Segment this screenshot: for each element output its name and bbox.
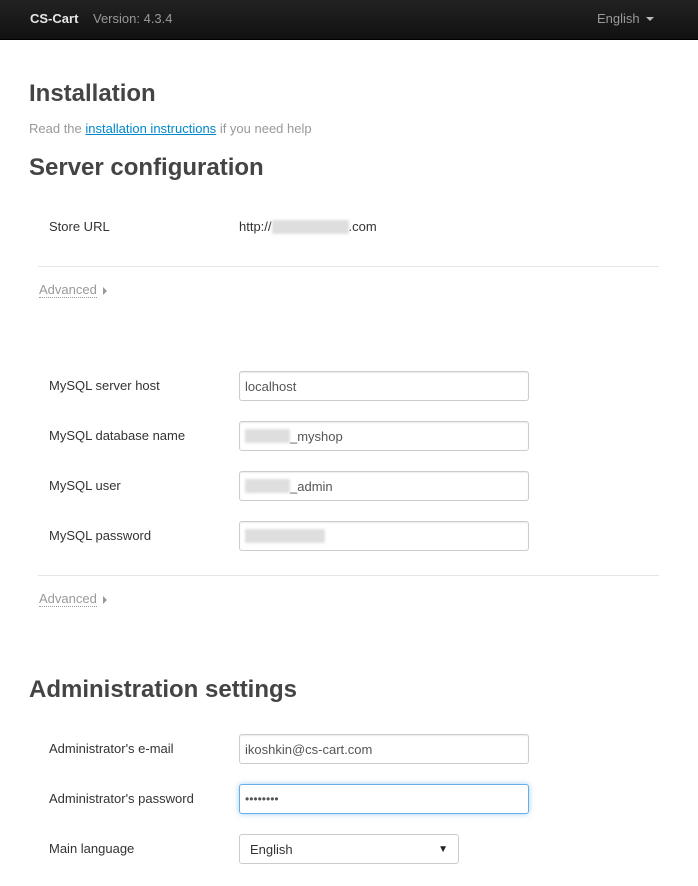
mysql-password-input[interactable] — [239, 521, 529, 551]
redacted-password — [245, 529, 325, 543]
top-navbar: CS-Cart Version: 4.3.4 English — [0, 0, 698, 40]
redacted-prefix — [245, 429, 290, 443]
admin-email-input[interactable]: ikoshkin@cs-cart.com — [239, 734, 529, 764]
admin-password-label: Administrator's password — [49, 791, 194, 806]
mysql-database-input[interactable]: _myshop — [239, 421, 529, 451]
version-label: Version: 4.3.4 — [93, 11, 173, 26]
administration-settings-heading: Administration settings — [29, 676, 298, 703]
dropdown-arrow-icon: ▼ — [438, 843, 448, 855]
main-language-value: English — [250, 841, 293, 857]
language-dropdown[interactable]: English — [597, 11, 654, 26]
mysql-host-label: MySQL server host — [49, 378, 160, 393]
server-configuration-heading: Server configuration — [29, 154, 264, 181]
admin-email-value: ikoshkin@cs-cart.com — [245, 741, 373, 757]
store-url-value: http:// .com — [239, 219, 377, 234]
main-language-select[interactable]: English ▼ — [239, 834, 459, 864]
store-url-suffix: .com — [348, 219, 377, 234]
language-dropdown-label: English — [597, 11, 640, 26]
mysql-database-label: MySQL database name — [49, 428, 186, 443]
admin-password-input[interactable]: •••••••• — [239, 784, 529, 814]
mysql-database-value: _myshop — [290, 428, 343, 444]
caret-down-icon — [645, 17, 654, 21]
mysql-password-label: MySQL password — [49, 528, 152, 543]
advanced-toggle-mysql[interactable]: Advanced — [39, 592, 107, 607]
caret-right-icon — [102, 595, 107, 604]
mysql-host-input[interactable]: localhost — [239, 371, 529, 401]
mysql-user-label: MySQL user — [49, 478, 121, 493]
caret-right-icon — [102, 286, 107, 295]
page-title: Installation — [29, 80, 156, 107]
divider — [38, 266, 659, 267]
mysql-host-value: localhost — [245, 378, 297, 394]
store-url-label: Store URL — [49, 219, 110, 234]
store-url-prefix: http:// — [239, 219, 272, 234]
divider — [38, 575, 659, 576]
advanced-label: Advanced — [39, 282, 97, 298]
help-suffix: if you need help — [219, 121, 312, 136]
admin-password-value: •••••••• — [245, 792, 279, 806]
installation-instructions-link[interactable]: installation instructions — [85, 121, 216, 136]
brand-logo[interactable]: CS-Cart — [30, 11, 78, 26]
advanced-toggle-store[interactable]: Advanced — [39, 283, 107, 298]
help-text: Read the installation instructions if yo… — [29, 121, 312, 136]
mysql-user-input[interactable]: _admin — [239, 471, 529, 501]
help-prefix: Read the — [29, 121, 82, 136]
main-language-label: Main language — [49, 841, 135, 856]
advanced-label: Advanced — [39, 591, 97, 607]
admin-email-label: Administrator's e-mail — [49, 741, 174, 756]
redacted-domain — [271, 219, 349, 234]
mysql-user-value: _admin — [290, 478, 333, 494]
redacted-prefix — [245, 479, 290, 493]
